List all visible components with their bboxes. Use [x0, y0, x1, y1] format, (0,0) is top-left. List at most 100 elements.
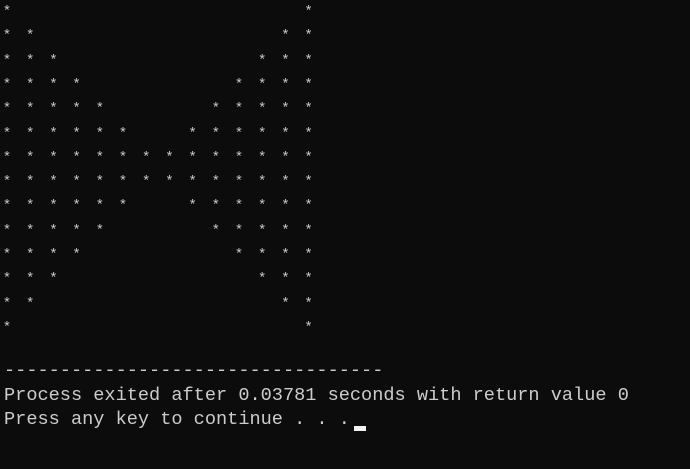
- pattern-star: *: [188, 198, 197, 215]
- pattern-star: *: [72, 222, 81, 239]
- pattern-star: *: [188, 125, 197, 142]
- pattern-star: *: [257, 76, 267, 93]
- pattern-star: *: [72, 174, 81, 191]
- pattern-star: *: [304, 52, 313, 69]
- pattern-star: *: [234, 222, 244, 239]
- pattern-star: *: [234, 125, 244, 142]
- pattern-star: *: [211, 174, 220, 191]
- pattern-star: *: [118, 198, 128, 215]
- pattern-star: *: [304, 319, 313, 336]
- pattern-star: *: [49, 52, 58, 69]
- pattern-star: *: [304, 101, 313, 118]
- pattern-star: *: [2, 76, 12, 93]
- pattern-star: *: [2, 247, 12, 263]
- pattern-star: *: [211, 222, 220, 239]
- pattern-star: *: [118, 149, 128, 166]
- pattern-star: *: [257, 247, 267, 263]
- pattern-star: *: [281, 101, 290, 118]
- pattern-star: *: [257, 271, 267, 288]
- pattern-star: *: [165, 149, 174, 166]
- pattern-star: *: [49, 271, 58, 288]
- pattern-star: *: [281, 247, 290, 263]
- pattern-star: *: [49, 222, 58, 239]
- pattern-star: *: [304, 125, 313, 142]
- console-window[interactable]: * * * * * * * * * * * * * * * * * * * * * * * * * * * * * * * * * * * * * * * *…: [0, 0, 690, 469]
- pattern-star: *: [281, 198, 290, 215]
- process-exit-message: Process exited after 0.03781 seconds wit…: [4, 385, 629, 406]
- pattern-star: *: [257, 52, 267, 69]
- pattern-star: *: [281, 222, 290, 239]
- pattern-star: *: [25, 101, 35, 118]
- pattern-star: *: [25, 149, 35, 166]
- separator-line: ----------------------------------: [4, 360, 384, 381]
- pattern-star: *: [304, 4, 313, 20]
- pattern-star: *: [281, 174, 290, 191]
- pattern-star: *: [2, 4, 12, 20]
- pattern-star: *: [118, 125, 128, 142]
- pattern-star: *: [257, 198, 267, 215]
- pattern-star: *: [188, 174, 197, 191]
- pattern-star: *: [49, 174, 58, 191]
- pattern-star: *: [257, 149, 267, 166]
- pattern-star: *: [25, 125, 35, 142]
- pattern-star: *: [234, 174, 244, 191]
- press-any-key-prompt: Press any key to continue . . .: [4, 409, 350, 430]
- star-pattern: * * * * * * * * * * * * * * * * * * * * * * * * * * * * * * * * * * * * * * * *…: [0, 0, 330, 340]
- pattern-star: *: [141, 149, 151, 166]
- pattern-star: *: [234, 198, 244, 215]
- pattern-star: *: [2, 125, 12, 142]
- pattern-star: *: [211, 149, 220, 166]
- pattern-star: *: [257, 101, 267, 118]
- pattern-star: *: [2, 28, 12, 45]
- pattern-star: *: [304, 28, 313, 45]
- pattern-star: *: [188, 149, 197, 166]
- pattern-star: *: [72, 198, 81, 215]
- pattern-star: *: [72, 76, 81, 93]
- pattern-star: *: [49, 198, 58, 215]
- text-cursor: [354, 426, 366, 431]
- pattern-star: *: [2, 174, 12, 191]
- pattern-star: *: [49, 76, 58, 93]
- pattern-star: *: [95, 198, 104, 215]
- pattern-star: *: [49, 149, 58, 166]
- pattern-star: *: [304, 76, 313, 93]
- pattern-star: *: [234, 76, 244, 93]
- pattern-star: *: [72, 247, 81, 263]
- pattern-star: *: [234, 149, 244, 166]
- pattern-star: *: [95, 222, 104, 239]
- pattern-star: *: [281, 28, 290, 45]
- pattern-star: *: [234, 101, 244, 118]
- pattern-star: *: [304, 198, 313, 215]
- pattern-star: *: [25, 174, 35, 191]
- pattern-star: *: [72, 101, 81, 118]
- pattern-star: *: [49, 247, 58, 263]
- pattern-star: *: [304, 247, 313, 263]
- pattern-star: *: [25, 222, 35, 239]
- pattern-star: *: [211, 101, 220, 118]
- pattern-star: *: [118, 174, 128, 191]
- pattern-star: *: [25, 76, 35, 93]
- pattern-star: *: [2, 271, 12, 288]
- pattern-star: *: [257, 174, 267, 191]
- pattern-star: *: [25, 198, 35, 215]
- pattern-star: *: [95, 101, 104, 118]
- pattern-star: *: [304, 149, 313, 166]
- pattern-star: *: [2, 198, 12, 215]
- pattern-star: *: [165, 174, 174, 191]
- pattern-star: *: [25, 271, 35, 288]
- pattern-star: *: [25, 28, 35, 45]
- pattern-star: *: [281, 149, 290, 166]
- pattern-star: *: [72, 125, 81, 142]
- pattern-star: *: [257, 222, 267, 239]
- pattern-star: *: [281, 295, 290, 312]
- pattern-star: *: [72, 149, 81, 166]
- pattern-star: *: [211, 125, 220, 142]
- pattern-star: *: [257, 125, 267, 142]
- pattern-star: *: [95, 174, 104, 191]
- pattern-star: *: [281, 271, 290, 288]
- pattern-star: *: [2, 295, 12, 312]
- pattern-star: *: [25, 295, 35, 312]
- pattern-star: *: [2, 149, 12, 166]
- pattern-star: *: [2, 52, 12, 69]
- pattern-star: *: [304, 295, 313, 312]
